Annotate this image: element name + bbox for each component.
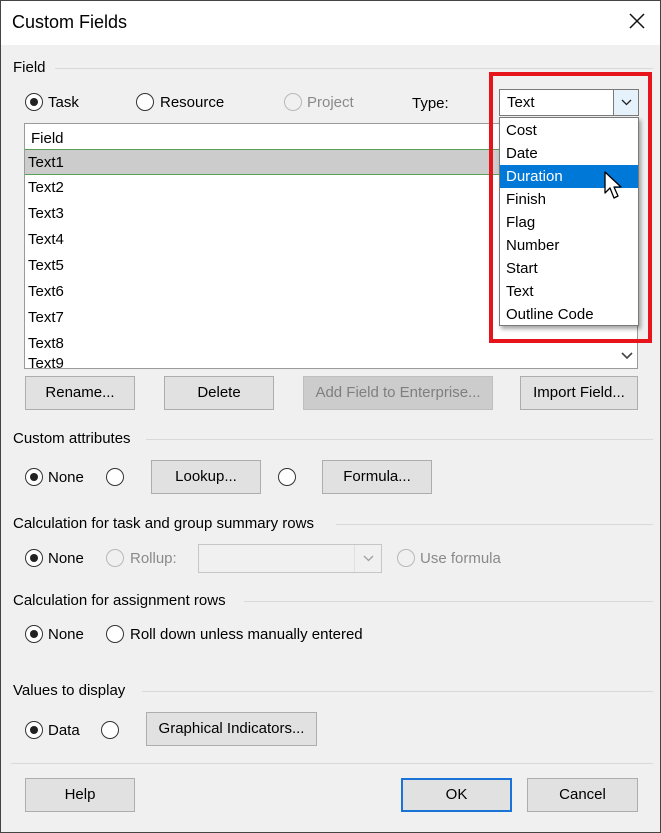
roll-down-label: Roll down unless manually entered <box>130 626 363 643</box>
delete-button[interactable]: Delete <box>164 376 274 410</box>
display-graphical-radio[interactable] <box>101 721 119 739</box>
assignment-none-label: None <box>48 626 84 643</box>
display-data-label: Data <box>48 722 80 739</box>
import-field-button[interactable]: Import Field... <box>520 376 638 410</box>
divider <box>142 691 653 692</box>
list-item-label: Text2 <box>28 179 64 196</box>
scroll-down-button[interactable] <box>617 344 637 368</box>
rollup-label: Rollup: <box>130 550 177 567</box>
display-data-radio[interactable] <box>25 721 43 739</box>
resource-radio-label: Resource <box>160 94 225 111</box>
list-item-label: Text6 <box>28 283 64 300</box>
calc-summary-label: Calculation for task and group summary r… <box>13 515 314 532</box>
close-icon[interactable] <box>627 11 647 31</box>
type-label: Type: <box>412 95 449 112</box>
custom-fields-dialog: Custom Fields Field Task Resource Projec… <box>0 0 661 833</box>
list-item-label: Text7 <box>28 309 64 326</box>
attr-lookup-radio[interactable] <box>106 468 124 486</box>
list-item-partial[interactable]: Text9 <box>25 357 615 369</box>
list-header-field: Field <box>31 130 64 147</box>
assignment-none-radio[interactable] <box>25 625 43 643</box>
ok-button[interactable]: OK <box>401 778 512 812</box>
divider <box>55 68 653 69</box>
task-radio-label: Task <box>48 94 79 111</box>
formula-button[interactable]: Formula... <box>322 460 432 494</box>
use-formula-radio[interactable] <box>397 549 415 567</box>
rename-button[interactable]: Rename... <box>25 376 135 410</box>
help-button[interactable]: Help <box>25 778 135 812</box>
calc-assignment-label: Calculation for assignment rows <box>13 592 226 609</box>
divider <box>336 524 653 525</box>
use-formula-label: Use formula <box>420 550 501 567</box>
divider <box>146 439 653 440</box>
values-display-label: Values to display <box>13 682 126 699</box>
add-field-to-enterprise-button[interactable]: Add Field to Enterprise... <box>303 376 493 410</box>
task-radio[interactable] <box>25 93 43 111</box>
rollup-select-arrow[interactable] <box>354 545 381 572</box>
project-radio[interactable] <box>284 93 302 111</box>
summary-none-radio[interactable] <box>25 549 43 567</box>
list-item-label: Text4 <box>28 231 64 248</box>
divider <box>244 601 653 602</box>
list-item-label: Text8 <box>28 335 64 352</box>
summary-none-label: None <box>48 550 84 567</box>
field-section-label: Field <box>13 59 46 76</box>
project-radio-label: Project <box>307 94 354 111</box>
list-item-label: Text5 <box>28 257 64 274</box>
roll-down-radio[interactable] <box>106 625 124 643</box>
dialog-title: Custom Fields <box>12 12 128 32</box>
cancel-button[interactable]: Cancel <box>527 778 638 812</box>
resource-radio[interactable] <box>136 93 154 111</box>
title-bar: Custom Fields <box>1 1 660 45</box>
custom-attributes-label: Custom attributes <box>13 430 131 447</box>
attr-formula-radio[interactable] <box>278 468 296 486</box>
chevron-down-icon <box>363 555 374 562</box>
chevron-down-icon <box>621 352 633 360</box>
highlight-annotation-box <box>489 72 652 343</box>
list-item-label: Text1 <box>28 154 64 171</box>
graphical-indicators-button[interactable]: Graphical Indicators... <box>146 712 317 746</box>
divider <box>11 763 653 764</box>
list-item-label: Text3 <box>28 205 64 222</box>
attr-none-label: None <box>48 469 84 486</box>
attr-none-radio[interactable] <box>25 468 43 486</box>
list-item-label: Text9 <box>28 357 64 369</box>
rollup-radio[interactable] <box>106 549 124 567</box>
lookup-button[interactable]: Lookup... <box>151 460 261 494</box>
rollup-select[interactable] <box>198 544 382 573</box>
